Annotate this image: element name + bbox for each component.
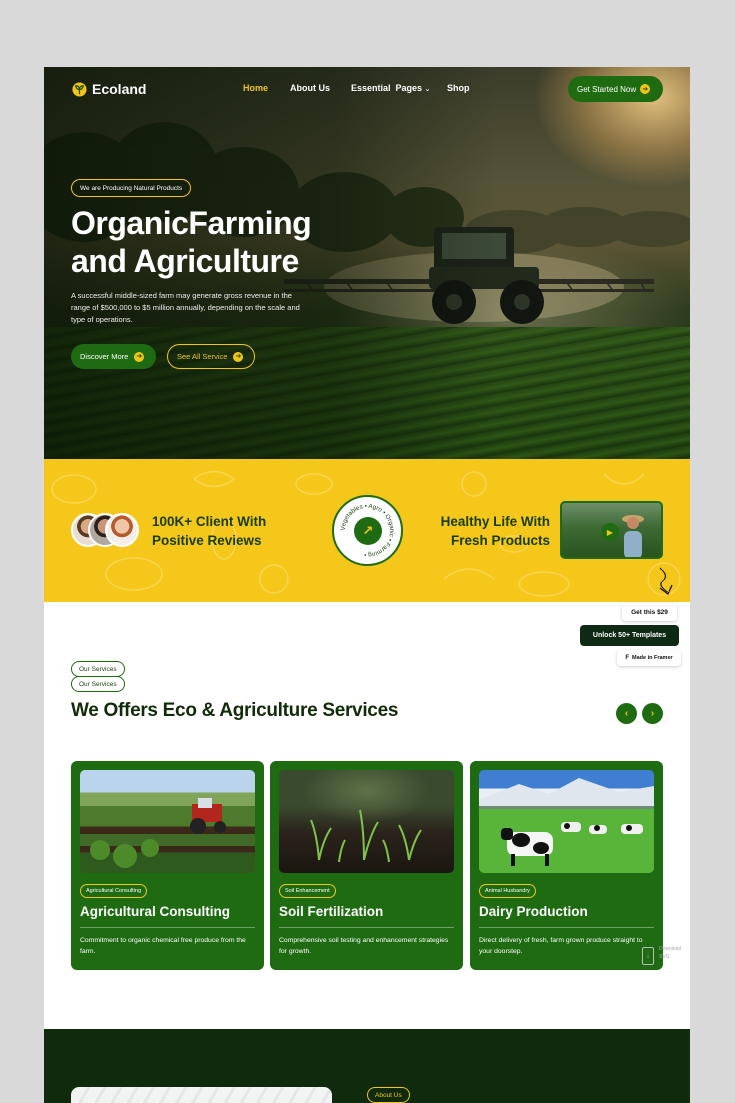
seedlings-illustration (310, 809, 422, 863)
get-started-button[interactable]: Get Started Now ➜ (568, 76, 663, 102)
curly-arrow-icon (659, 567, 673, 596)
carousel-prev-button[interactable]: ‹ (616, 703, 637, 724)
red-tractor-illustration (90, 798, 226, 868)
download-label: Download SVG (659, 945, 681, 961)
card-tag: Soil Enhancement (279, 884, 336, 898)
get-started-label: Get Started Now (577, 84, 637, 94)
arrow-right-icon: ➜ (134, 351, 145, 362)
divider (479, 927, 654, 928)
arrow-up-right-icon: ↗ (354, 517, 382, 545)
discover-more-label: Discover More (80, 352, 129, 361)
client-avatars (71, 513, 141, 549)
highlights-band: 100K+ Client With Positive Reviews Veget… (44, 459, 690, 602)
about-image-card (71, 1087, 332, 1103)
unlock-templates-button[interactable]: Unlock 50+ Templates (580, 625, 679, 646)
download-line2: SVG (659, 954, 670, 960)
card-title: Agricultural Consulting (80, 904, 230, 919)
nav-essential-pages[interactable]: Essential Pages ⌄ (351, 83, 430, 93)
play-icon: ▶ (601, 523, 619, 541)
nav-shop[interactable]: Shop (447, 83, 470, 93)
services-pill: Our Services (71, 661, 125, 677)
discover-more-button[interactable]: Discover More ➜ (71, 344, 156, 369)
rotating-badge[interactable]: Vegetables • Agro • Organic • Farming • … (332, 495, 403, 566)
about-pill: About Us (367, 1087, 410, 1103)
sprout-logo-icon (72, 81, 87, 97)
avatar (105, 513, 139, 547)
hero-tag: We are Producing Natural Products (71, 179, 192, 197)
services-pill: Our Services (71, 676, 125, 692)
logo-text: Ecoland (92, 81, 147, 97)
get-template-price-button[interactable]: Get this $29 (622, 603, 677, 621)
nav-about[interactable]: About Us (290, 83, 330, 93)
made-in-framer-badge[interactable]: F Made in Framer (617, 650, 681, 666)
hero-title: OrganicFarming and Agriculture (71, 205, 312, 279)
arrow-right-icon: ➜ (233, 351, 244, 362)
hero-section: Ecoland Home About Us Essential Pages ⌄ … (44, 67, 690, 459)
carousel-next-button[interactable]: › (642, 703, 663, 724)
service-card[interactable]: Animal Husbandry Dairy Production Direct… (470, 761, 663, 970)
service-card[interactable]: Agricultural Consulting Agricultural Con… (71, 761, 264, 970)
about-section: About Us (44, 1029, 690, 1103)
page: Ecoland Home About Us Essential Pages ⌄ … (44, 67, 690, 1103)
card-description: Direct delivery of fresh, farm grown pro… (479, 937, 643, 955)
card-image-cows (479, 770, 654, 873)
services-heading: We Offers Eco & Agriculture Services (71, 700, 399, 721)
download-icon: ⤓ (642, 947, 654, 965)
divider (279, 927, 454, 928)
card-description: Commitment to organic chemical free prod… (80, 937, 246, 955)
card-title: Soil Fertilization (279, 904, 384, 919)
service-card[interactable]: Soil Enhancement Soil Fertilization Comp… (270, 761, 463, 970)
nav-pages-label: Essential Pages (351, 83, 423, 93)
framer-icon: F (625, 655, 629, 661)
divider (80, 927, 255, 928)
farmer-illustration (622, 515, 644, 557)
healthy-life-text: Healthy Life With Fresh Products (440, 514, 550, 548)
logo[interactable]: Ecoland (72, 81, 146, 97)
client-reviews-text: 100K+ Client With Positive Reviews (152, 514, 267, 548)
download-svg-button[interactable]: ⤓ Download SVG (642, 943, 688, 971)
top-nav: Ecoland Home About Us Essential Pages ⌄ … (44, 67, 690, 111)
arrow-right-icon: ➜ (640, 84, 651, 94)
card-tag: Agricultural Consulting (80, 884, 148, 898)
video-thumbnail[interactable]: ▶ (560, 501, 663, 559)
see-all-service-label: See All Service (177, 352, 228, 361)
nav-home[interactable]: Home (243, 83, 268, 93)
card-image-seedlings (279, 770, 454, 873)
see-all-service-button[interactable]: See All Service ➜ (167, 344, 255, 369)
card-description: Comprehensive soil testing and enhanceme… (279, 937, 449, 955)
download-line1: Download (659, 946, 682, 952)
card-tag: Animal Husbandry (479, 884, 536, 898)
cows-illustration (479, 778, 654, 866)
card-title: Dairy Production (479, 904, 588, 919)
hero-description: A successful middle-sized farm may gener… (71, 291, 300, 324)
chevron-down-icon: ⌄ (424, 86, 431, 93)
made-in-framer-label: Made in Framer (632, 655, 673, 661)
card-image-tractor-field (80, 770, 255, 873)
